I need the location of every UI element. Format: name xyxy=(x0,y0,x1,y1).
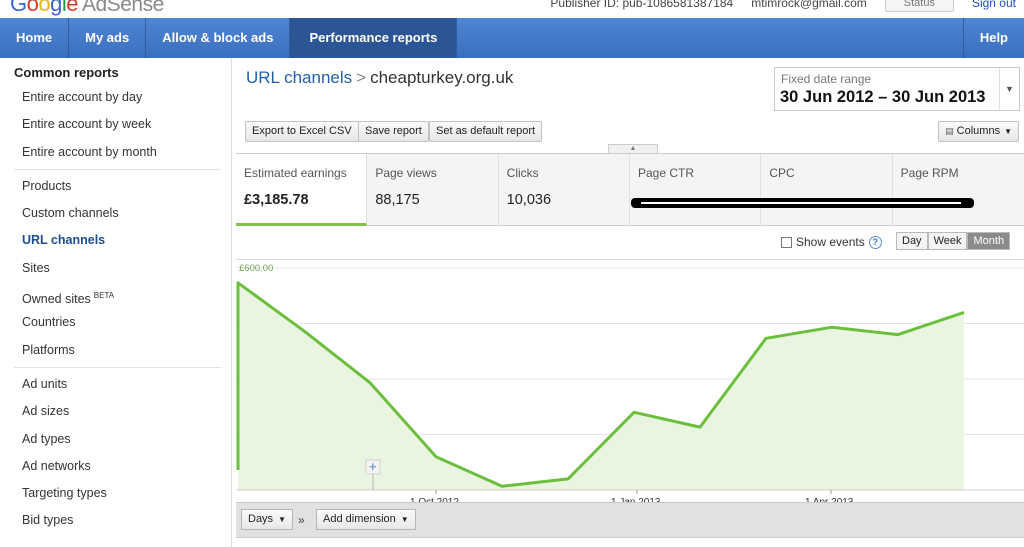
chart-options-bar: Show events ? Day Week Month xyxy=(236,226,1024,260)
granularity-toggle: Day Week Month xyxy=(896,232,1011,250)
metric-tabs: Estimated earnings £3,185.78 Page views … xyxy=(236,153,1024,226)
chevron-down-icon: ▼ xyxy=(1004,127,1012,136)
sidebar-item-entire-account-by-week[interactable]: Entire account by week xyxy=(0,111,231,138)
dimension-bar: Days ▼ » Add dimension ▼ xyxy=(236,502,1024,537)
show-events-checkbox[interactable] xyxy=(781,236,792,248)
sidebar-item-entire-account-by-day[interactable]: Entire account by day xyxy=(0,84,231,111)
status-button[interactable]: Status xyxy=(884,0,954,12)
plus-icon: + xyxy=(369,459,377,474)
metric-label: CPC xyxy=(769,166,795,180)
add-dimension-dropdown[interactable]: Add dimension ▼ xyxy=(316,509,416,530)
common-reports-heading: Common reports xyxy=(14,65,119,80)
nav-help[interactable]: Help xyxy=(962,18,1024,58)
granularity-week-button[interactable]: Week xyxy=(927,232,968,250)
nav-performance-reports[interactable]: Performance reports xyxy=(290,18,458,58)
sign-out-link[interactable]: Sign out xyxy=(972,0,1016,10)
columns-icon: ▤ xyxy=(945,126,954,136)
sidebar-item-bid-types[interactable]: Bid types xyxy=(0,507,231,534)
days-dropdown[interactable]: Days ▼ xyxy=(241,509,293,530)
nav-my-ads[interactable]: My ads xyxy=(69,18,147,58)
metric-tab-page-rpm[interactable]: Page RPM xyxy=(893,154,1024,226)
reports-sidebar: Common reports Entire account by day Ent… xyxy=(0,58,232,547)
metric-label: Clicks xyxy=(506,166,539,180)
metric-tab-page-views[interactable]: Page views 88,175 xyxy=(367,154,499,226)
export-csv-button[interactable]: Export to Excel CSV xyxy=(245,121,359,142)
sidebar-item-ad-networks[interactable]: Ad networks xyxy=(0,453,231,480)
account-area: Publisher ID: pub-1086581387184 mtimrock… xyxy=(550,0,1016,12)
sidebar-item-ad-sizes[interactable]: Ad sizes xyxy=(0,398,231,425)
sidebar-divider xyxy=(14,168,221,170)
metric-value: £3,185.78 xyxy=(244,192,309,208)
sidebar-item-custom-channels[interactable]: Custom channels xyxy=(0,200,231,227)
breadcrumb-url-channels-link[interactable]: URL channels xyxy=(246,68,352,87)
earnings-chart: £600.00£450.00£300.00£150.00+1 Oct 20121… xyxy=(236,263,1024,508)
account-email[interactable]: mtimrock@gmail.com xyxy=(751,0,867,10)
sidebar-item-url-channels[interactable]: URL channels xyxy=(0,227,231,254)
metric-tab-clicks[interactable]: Clicks 10,036 xyxy=(499,154,630,226)
redaction-bar xyxy=(631,198,974,208)
publisher-id: Publisher ID: pub-1086581387184 xyxy=(550,0,734,10)
chevron-down-icon: ▼ xyxy=(400,515,409,524)
sidebar-divider xyxy=(14,366,221,368)
collapse-toolbar-toggle[interactable]: ▲ xyxy=(608,144,658,153)
report-table-header xyxy=(236,537,1024,547)
sidebar-item-platforms[interactable]: Platforms xyxy=(0,337,231,364)
top-bar: Google AdSense Publisher ID: pub-10865813… xyxy=(0,0,1024,18)
earnings-area xyxy=(238,282,964,490)
sidebar-item-sites[interactable]: Sites xyxy=(0,255,231,282)
breadcrumb: URL channels > cheapturkey.org.uk xyxy=(246,68,513,88)
metric-tab-cpc[interactable]: CPC xyxy=(761,154,893,226)
date-range-value: 30 Jun 2012 – 30 Jun 2013 xyxy=(780,88,986,106)
breadcrumb-separator: > xyxy=(356,68,367,87)
sidebar-item-ad-units[interactable]: Ad units xyxy=(0,371,231,398)
main-nav: Home My ads Allow & block ads Performanc… xyxy=(0,18,1024,58)
metric-label: Page views xyxy=(375,166,437,180)
nav-allow-block-ads[interactable]: Allow & block ads xyxy=(146,18,291,58)
breadcrumb-current: cheapturkey.org.uk xyxy=(370,68,514,87)
metric-tab-page-ctr[interactable]: Page CTR xyxy=(630,154,762,226)
metric-label: Estimated earnings xyxy=(244,166,347,180)
sidebar-item-countries[interactable]: Countries xyxy=(0,309,231,336)
chevron-down-icon: ▼ xyxy=(278,515,286,524)
sidebar-item-targeting-types[interactable]: Targeting types xyxy=(0,480,231,507)
metric-label: Page CTR xyxy=(637,166,695,180)
columns-button[interactable]: ▤ Columns ▼ xyxy=(938,121,1019,142)
show-events-label: Show events xyxy=(796,235,865,249)
metric-value: 10,036 xyxy=(506,192,552,208)
sidebar-item-products[interactable]: Products xyxy=(0,173,231,200)
report-main: URL channels > cheapturkey.org.uk Fixed da… xyxy=(236,58,1024,547)
days-label: Days xyxy=(248,513,274,525)
google-adsense-logo[interactable]: Google AdSense xyxy=(10,0,164,17)
sidebar-item-ad-types[interactable]: Ad types xyxy=(0,426,231,453)
help-icon[interactable]: ? xyxy=(868,235,882,249)
set-default-report-button[interactable]: Set as default report xyxy=(429,121,543,142)
sidebar-item-entire-account-by-month[interactable]: Entire account by month xyxy=(0,139,231,166)
sidebar-item-owned-sites[interactable]: Owned sites BETA xyxy=(0,282,231,309)
columns-label: Columns xyxy=(956,125,1001,137)
sidebar-item-label: Owned sites xyxy=(22,292,91,307)
date-range-label: Fixed date range xyxy=(781,72,872,86)
nav-home[interactable]: Home xyxy=(0,18,70,58)
y-tick-label: £600.00 xyxy=(239,263,273,274)
date-range-picker[interactable]: Fixed date range 30 Jun 2012 – 30 Jun 20… xyxy=(774,67,1020,111)
metric-label: Page RPM xyxy=(900,166,959,180)
save-report-button[interactable]: Save report xyxy=(358,121,429,142)
chevron-down-icon[interactable]: ▼ xyxy=(999,68,1019,110)
granularity-month-button[interactable]: Month xyxy=(967,232,1011,250)
show-events-toggle[interactable]: Show events ? xyxy=(781,235,882,249)
add-dimension-label: Add dimension xyxy=(323,513,396,525)
metric-value: 88,175 xyxy=(375,192,420,208)
beta-badge: BETA xyxy=(93,291,115,301)
metric-tab-estimated-earnings[interactable]: Estimated earnings £3,185.78 xyxy=(236,154,368,226)
granularity-day-button[interactable]: Day xyxy=(896,232,928,250)
chevron-right-icon: » xyxy=(298,513,305,527)
